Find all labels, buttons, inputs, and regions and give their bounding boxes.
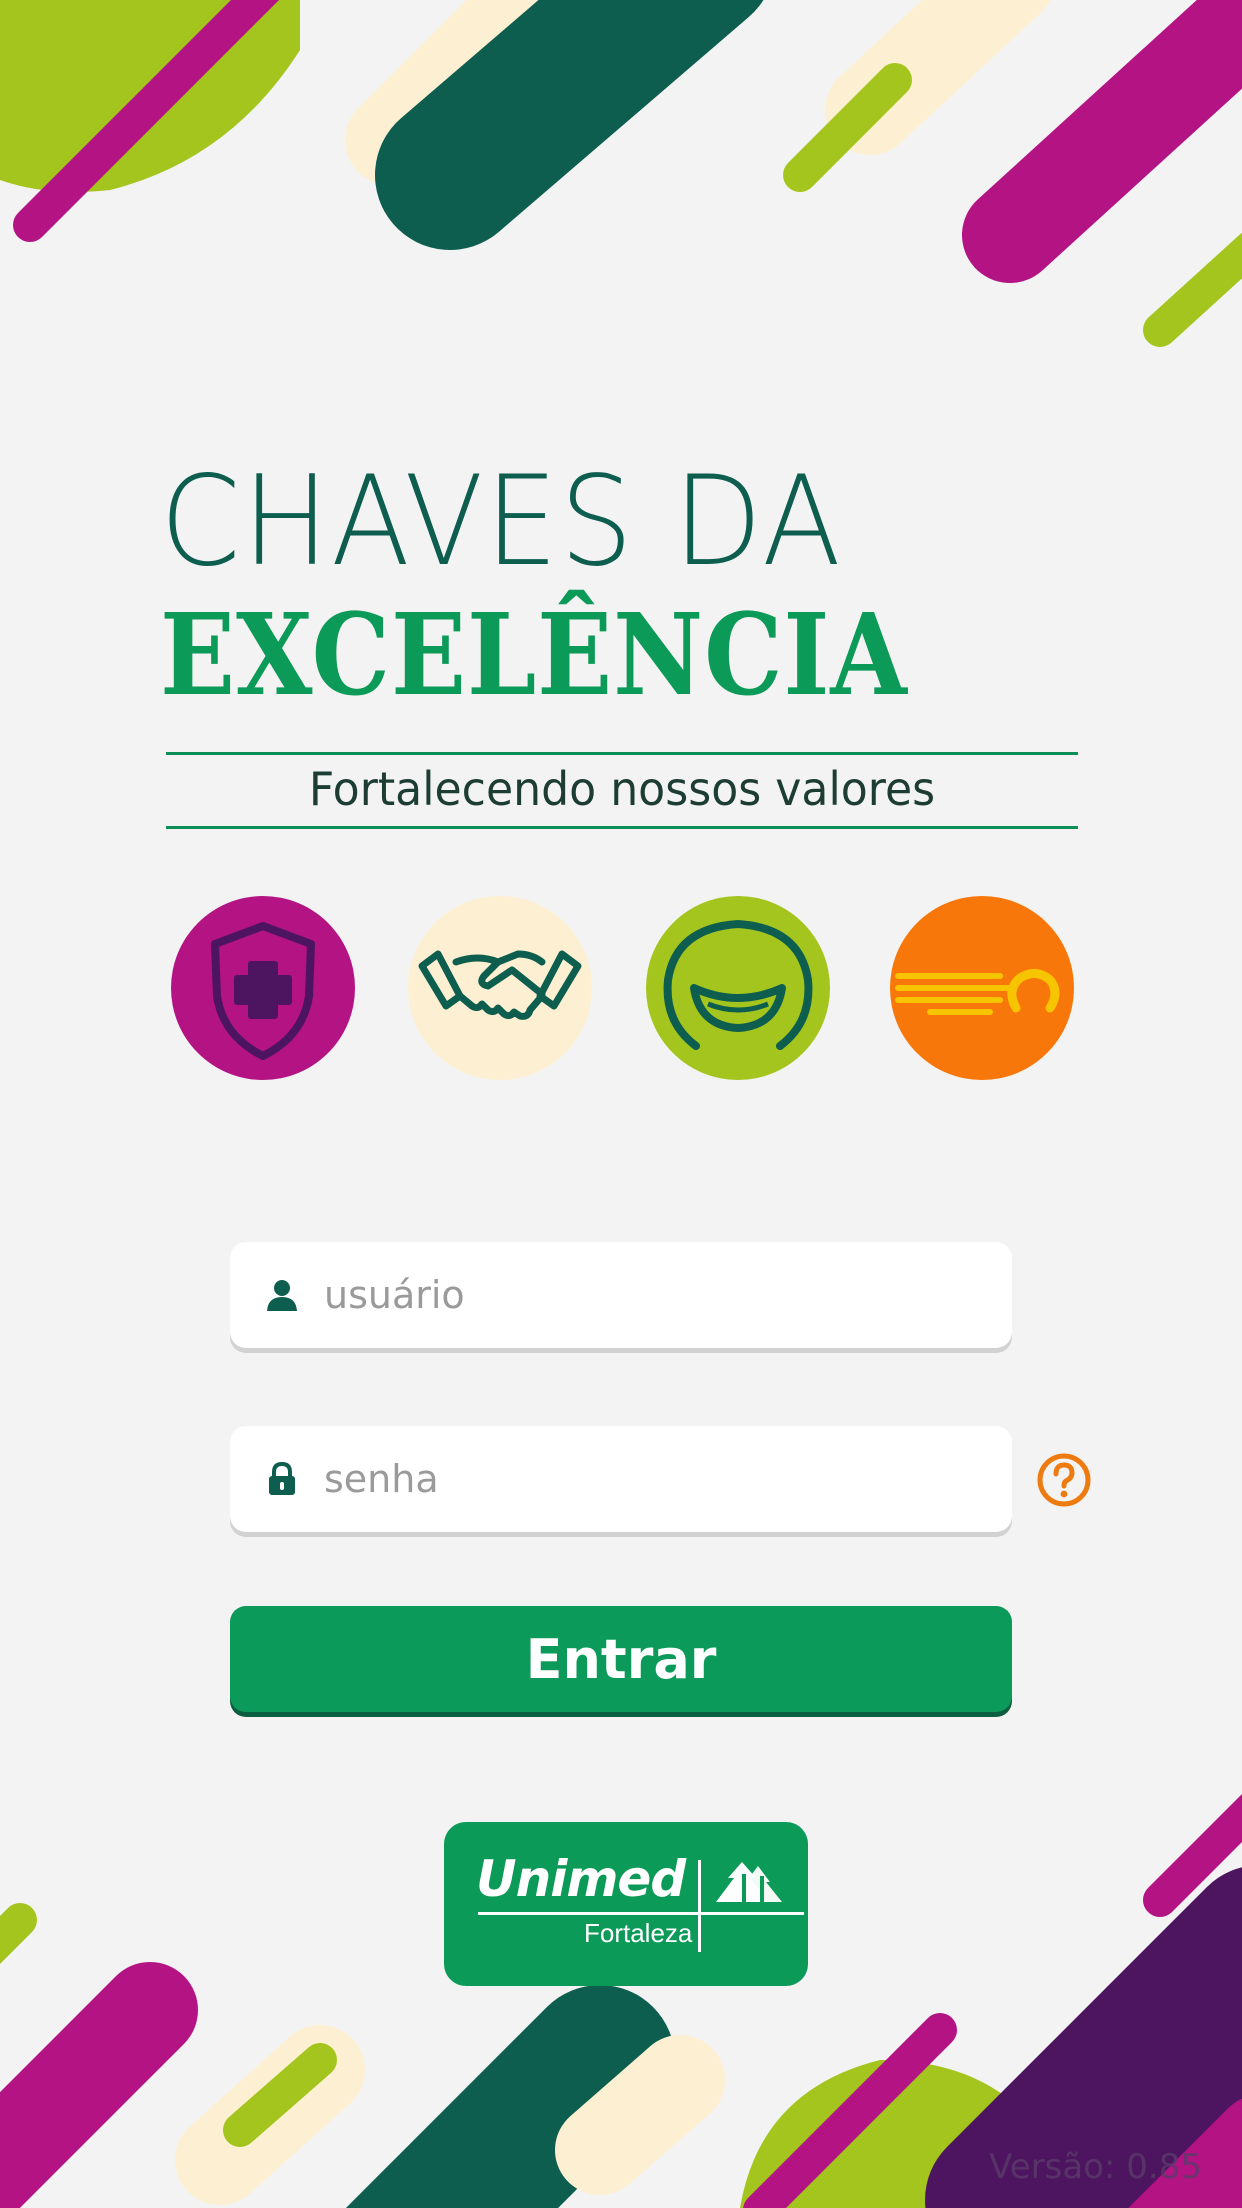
- title-line-1: CHAVES DA: [160, 450, 843, 594]
- logo-brand: Unimed: [476, 1850, 686, 1908]
- logo-underline: [478, 1912, 804, 1915]
- version-label: Versão: 0.85: [989, 2147, 1202, 2187]
- password-input[interactable]: [322, 1438, 946, 1520]
- unimed-logo: Unimed Fortaleza: [444, 1822, 808, 1986]
- password-field[interactable]: [230, 1426, 1012, 1532]
- smile-icon: [646, 896, 830, 1080]
- lock-icon: [269, 1461, 295, 1495]
- logo-divider: [698, 1860, 701, 1952]
- values-icons-row: [0, 896, 1242, 1082]
- user-icon: [267, 1280, 297, 1311]
- logo-city: Fortaleza: [584, 1918, 693, 1948]
- divider-bottom: [166, 826, 1078, 829]
- subtitle: Fortalecendo nossos valores: [308, 762, 936, 816]
- divider-top: [166, 752, 1078, 755]
- handshake-icon: [408, 896, 592, 1080]
- username-input[interactable]: [322, 1254, 946, 1336]
- question-circle-icon[interactable]: [1036, 1452, 1092, 1508]
- username-field[interactable]: [230, 1242, 1012, 1348]
- enter-button[interactable]: Entrar: [230, 1606, 1012, 1712]
- title-line-2: EXCELÊNCIA: [160, 590, 908, 721]
- shield-cross-icon: [171, 896, 355, 1080]
- speed-icon: [890, 896, 1074, 1080]
- unimed-tree-icon: [716, 1862, 782, 1902]
